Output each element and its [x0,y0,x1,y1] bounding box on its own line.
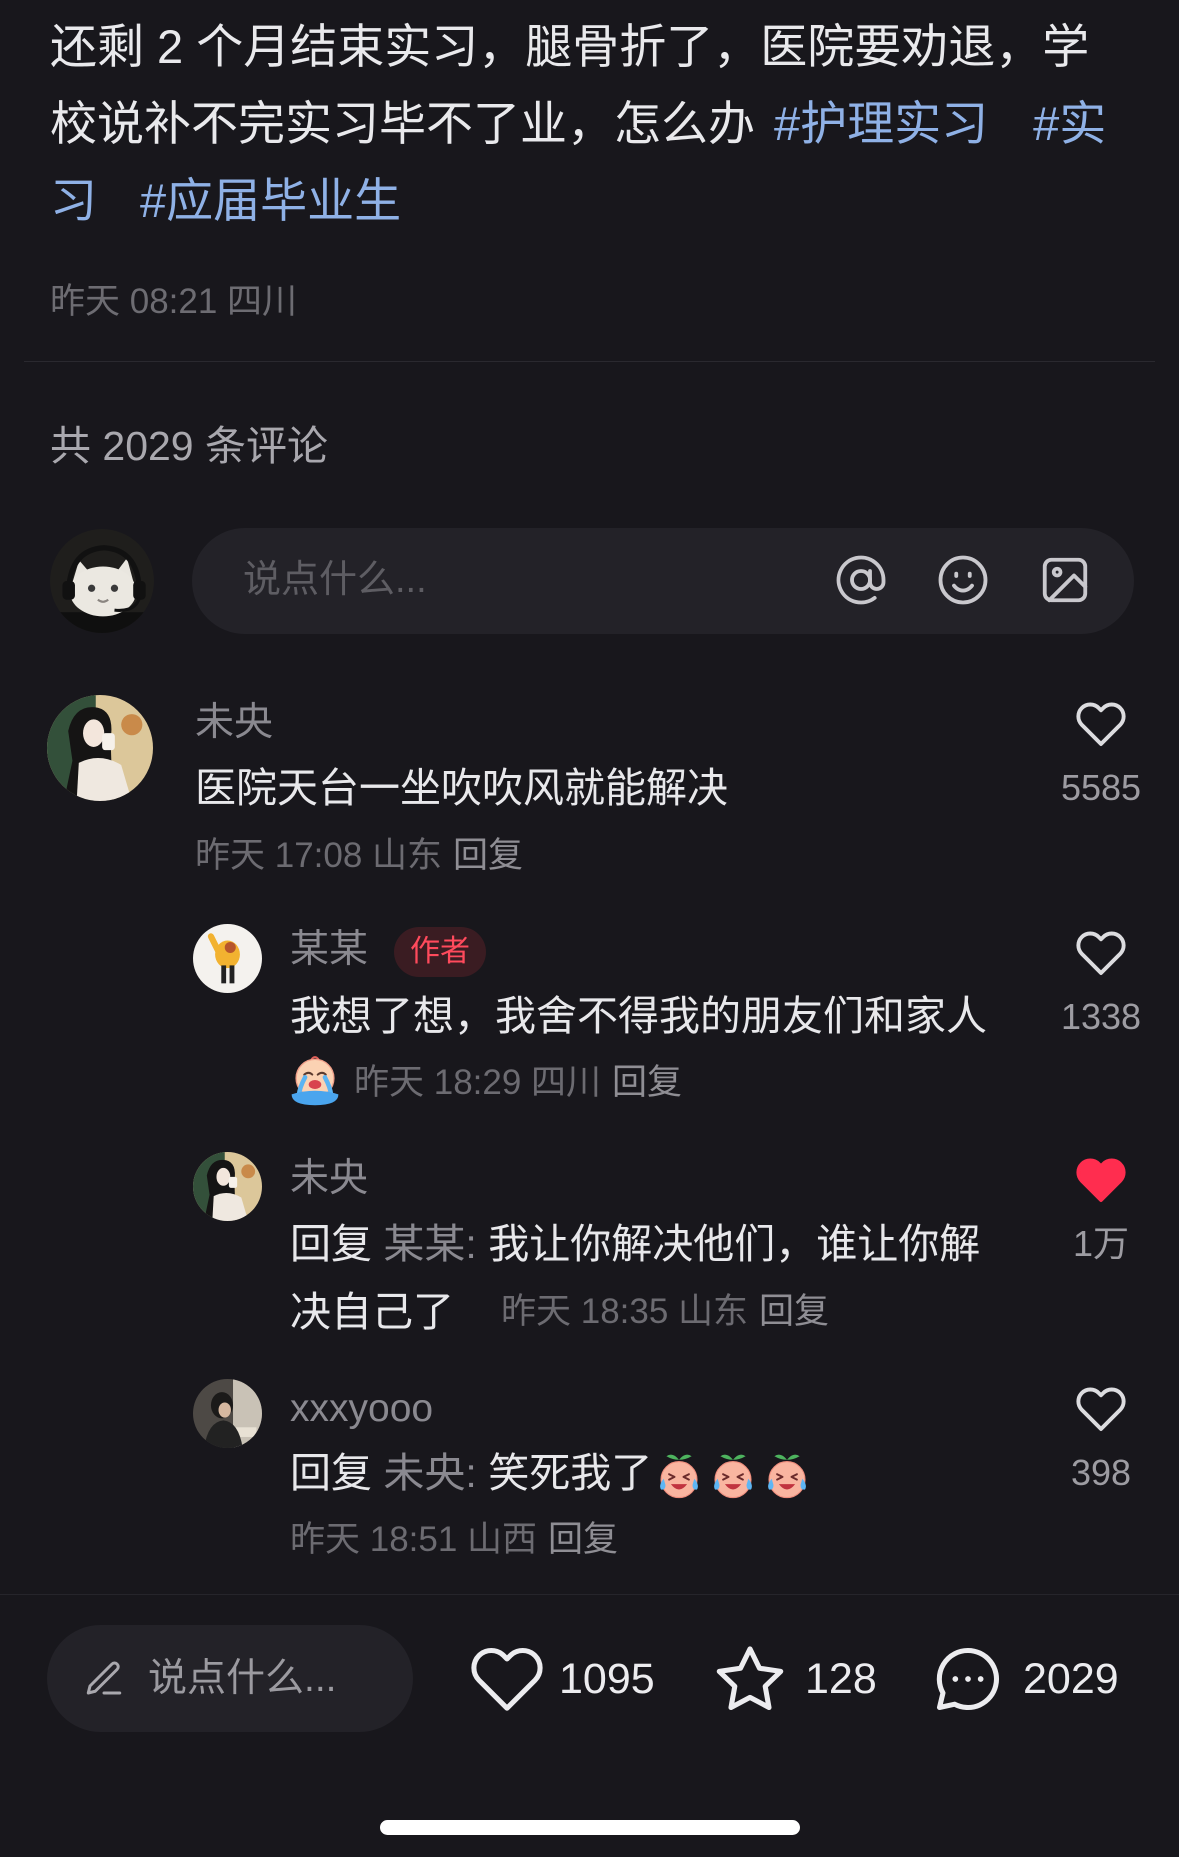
comment-input-placeholder: 说点什么... [243,559,427,601]
avatar[interactable] [47,695,153,801]
comment-like-button[interactable]: 398 [1041,1383,1161,1494]
reply-button[interactable]: 回复 [612,1063,682,1102]
reply-to-username[interactable]: 未央: [383,1450,476,1496]
comment-meta: 昨天 18:51 山西 回复 [290,1517,618,1563]
divider [0,1594,1179,1595]
comment-text[interactable]: 我想了想，我舍不得我的朋友们和家人 [290,990,987,1042]
like-count: 1338 [1060,996,1142,1037]
comment-like-button[interactable]: 1338 [1041,927,1161,1038]
reply-prefix: 回复 [290,1450,372,1496]
like-count: 5585 [1060,767,1142,808]
comment-input[interactable]: 说点什么... [192,528,1134,634]
post-like-count[interactable]: 1095 [559,1653,655,1705]
post-text-line: 校说补不完实习毕不了业，怎么办 [50,97,755,150]
comments-count-header: 共 2029 条评论 [50,423,328,469]
post-text: 还剩 2 个月结束实习，腿骨折了，医院要劝退，学 校说补不完实习毕不了业，怎么办… [50,8,1106,239]
comment-time-location: 昨天 18:51 山西 [290,1520,538,1559]
comment-text[interactable]: 医院天台一坐吹吹风就能解决 [195,762,728,814]
heart-filled-icon [1075,1154,1127,1206]
comment-username[interactable]: 某某 [290,926,368,974]
divider [24,361,1155,362]
at-icon[interactable] [834,553,888,607]
like-count: 398 [1070,1452,1132,1493]
comment-username[interactable]: 未央 [195,699,273,747]
like-count: 1万 [1072,1223,1130,1264]
smile-icon[interactable] [936,553,990,607]
comment-meta: 昨天 18:29 四川 回复 [354,1060,682,1106]
reply-button[interactable]: 回复 [548,1520,618,1559]
comment-text-line: 我让你解决他们，谁让你解 [488,1221,981,1267]
comment-meta: 昨天 18:35 山东 回复 [501,1289,829,1335]
comment-meta: 昨天 17:08 山东 回复 [195,833,523,879]
comment-time-location: 昨天 18:29 四川 [354,1063,602,1102]
comment-username[interactable]: 未央 [290,1155,368,1203]
reply-to-username[interactable]: 某某: [383,1221,476,1267]
note-detail-screen: 还剩 2 个月结束实习，腿骨折了，医院要劝退，学 校说补不完实习毕不了业，怎么办… [0,0,1179,1857]
star-icon[interactable] [712,1641,788,1717]
hashtag-link[interactable]: #护理实习 [774,97,988,150]
crying-flood-emoji [288,1053,342,1107]
hashtag-link[interactable]: #应届毕业生 [140,174,401,227]
laugh-cry-emoji [652,1449,706,1503]
comment-username[interactable]: xxxyooo [290,1385,433,1433]
comment-text[interactable]: 回复 某某: 我让你解决他们，谁让你解 [290,1218,980,1270]
home-indicator[interactable] [380,1820,800,1835]
post-comment-count[interactable]: 2029 [1023,1653,1119,1705]
bottom-comment-input[interactable]: 说点什么... [47,1625,413,1732]
author-badge: 作者 [394,927,486,977]
comment-like-button[interactable]: 5585 [1041,698,1161,809]
heart-icon [1075,927,1127,979]
comment-text-line[interactable]: 决自己了 [290,1286,454,1338]
reply-button[interactable]: 回复 [453,836,523,875]
hashtag-link[interactable]: #实 [1033,97,1106,150]
heart-icon[interactable] [469,1641,545,1717]
heart-icon [1075,1383,1127,1435]
bottom-input-placeholder: 说点什么... [148,1657,337,1700]
pencil-icon [83,1658,125,1700]
heart-icon [1075,698,1127,750]
laugh-cry-emoji [760,1449,814,1503]
comment-time-location: 昨天 18:35 山东 [501,1292,749,1331]
comment-like-button[interactable]: 1万 [1041,1154,1161,1265]
reply-prefix: 回复 [290,1221,372,1267]
comment-time-location: 昨天 17:08 山东 [195,836,443,875]
post-time-location: 昨天 08:21 四川 [50,282,298,321]
laugh-cry-emoji [706,1449,760,1503]
reply-button[interactable]: 回复 [759,1292,829,1331]
comment-icon[interactable] [930,1641,1006,1717]
current-user-avatar[interactable] [50,529,154,633]
avatar[interactable] [193,924,262,993]
comment-text-line: 笑死我了 [488,1450,653,1496]
comment-text[interactable]: 回复 未央: 笑死我了 [290,1447,814,1503]
avatar[interactable] [193,1152,262,1221]
post-text-line: 还剩 2 个月结束实习，腿骨折了，医院要劝退，学 [50,20,1090,73]
hashtag-link[interactable]: 习 [50,174,97,227]
avatar[interactable] [193,1379,262,1448]
post-collect-count[interactable]: 128 [805,1653,877,1705]
image-icon[interactable] [1038,553,1092,607]
